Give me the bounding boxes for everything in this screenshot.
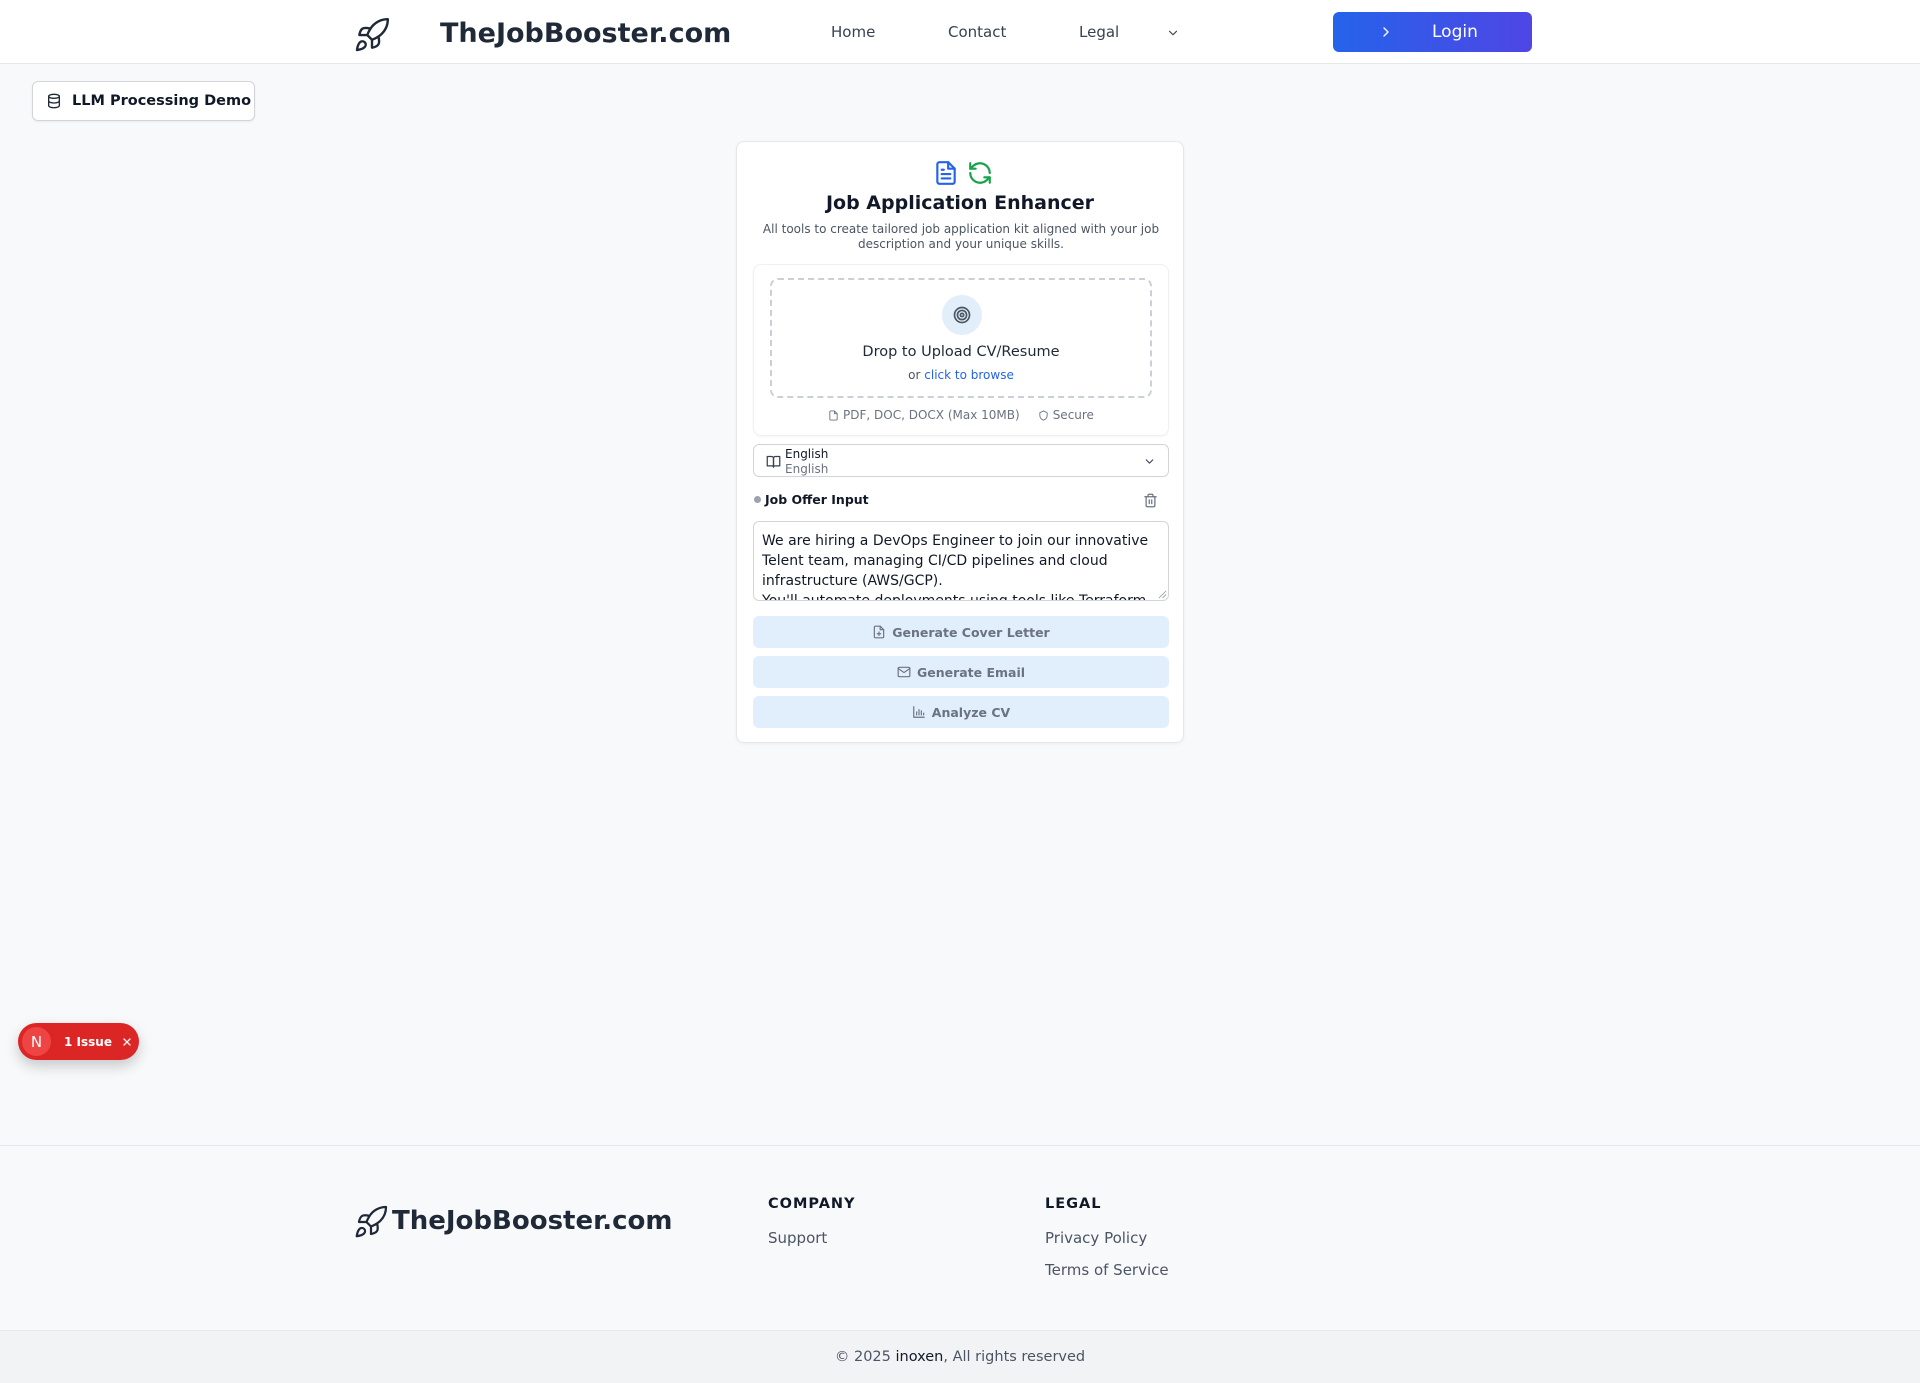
- database-icon: [46, 93, 62, 109]
- job-offer-label: Job Offer Input: [765, 492, 869, 507]
- chevron-down-icon: [1143, 455, 1156, 468]
- cover-letter-label: Generate Cover Letter: [892, 624, 1050, 640]
- job-offer-textarea[interactable]: We are hiring a DevOps Engineer to join …: [753, 521, 1169, 601]
- generate-cover-letter-button[interactable]: Generate Cover Letter: [753, 616, 1169, 648]
- resize-handle-icon[interactable]: [1158, 590, 1167, 599]
- copyright-bar: © 2025 inoxen, All rights reserved: [0, 1330, 1920, 1383]
- formats-info: PDF, DOC, DOCX (Max 10MB): [828, 408, 1020, 422]
- footer-brand[interactable]: TheJobBooster.com: [392, 1206, 672, 1236]
- login-button[interactable]: Login: [1333, 12, 1532, 52]
- footer-support-link[interactable]: Support: [768, 1229, 827, 1247]
- footer-company-heading: COMPANY: [768, 1196, 856, 1212]
- login-label: Login: [1432, 22, 1478, 42]
- top-navbar: TheJobBooster.com Home Contact Legal Log…: [0, 0, 1920, 64]
- bar-chart-icon: [912, 705, 926, 719]
- file-icon: [828, 409, 839, 421]
- company-link[interactable]: inoxen: [895, 1349, 943, 1365]
- browse-link[interactable]: click to browse: [924, 368, 1014, 382]
- close-icon[interactable]: [121, 1036, 133, 1048]
- upload-meta: PDF, DOC, DOCX (Max 10MB) Secure: [754, 408, 1168, 422]
- mail-icon: [897, 665, 911, 679]
- status-dot: [754, 496, 761, 503]
- language-secondary: English: [785, 462, 829, 476]
- analyze-label: Analyze CV: [931, 704, 1011, 720]
- issues-badge[interactable]: N 1 Issue: [18, 1023, 139, 1060]
- email-label: Generate Email: [916, 664, 1026, 680]
- secure-text: Secure: [1052, 408, 1094, 422]
- footer-privacy-link[interactable]: Privacy Policy: [1045, 1229, 1147, 1247]
- secure-info: Secure: [1038, 408, 1094, 422]
- book-open-icon: [766, 454, 781, 469]
- nav-contact[interactable]: Contact: [948, 23, 1006, 41]
- nav-home[interactable]: Home: [831, 23, 875, 41]
- target-icon: [942, 295, 982, 335]
- generate-email-button[interactable]: Generate Email: [753, 656, 1169, 688]
- rocket-icon[interactable]: [353, 16, 391, 54]
- next-logo: N: [22, 1027, 51, 1056]
- llm-processing-demo-button[interactable]: LLM Processing Demo: [32, 81, 255, 121]
- language-select[interactable]: English English: [753, 444, 1169, 477]
- footer-terms-link[interactable]: Terms of Service: [1045, 1261, 1169, 1279]
- shield-icon: [1038, 409, 1049, 421]
- copyright-prefix: © 2025: [834, 1349, 891, 1365]
- document-icon: [933, 160, 959, 186]
- footer: TheJobBooster.com COMPANY Support LEGAL …: [0, 1145, 1920, 1329]
- copyright-suffix: , All rights reserved: [943, 1349, 1086, 1365]
- or-text: or: [908, 368, 921, 382]
- language-selected: English: [785, 447, 829, 461]
- nav-legal[interactable]: Legal: [1079, 23, 1119, 41]
- dropzone-title: Drop to Upload CV/Resume: [862, 344, 1060, 360]
- formats-text: PDF, DOC, DOCX (Max 10MB): [843, 408, 1020, 422]
- dropzone-hint: or click to browse: [772, 368, 1150, 382]
- issue-count: 1 Issue: [64, 1034, 112, 1049]
- footer-legal-heading: LEGAL: [1045, 1196, 1102, 1212]
- upload-section: Drop to Upload CV/Resume or click to bro…: [753, 264, 1169, 436]
- cv-dropzone[interactable]: Drop to Upload CV/Resume or click to bro…: [770, 278, 1152, 398]
- demo-badge-label: LLM Processing Demo: [72, 93, 252, 109]
- card-subtitle: All tools to create tailored job applica…: [762, 222, 1160, 251]
- file-plus-icon: [872, 625, 886, 639]
- job-application-enhancer-card: Job Application Enhancer All tools to cr…: [736, 141, 1184, 743]
- refresh-icon: [967, 160, 993, 186]
- rocket-icon: [353, 1204, 389, 1240]
- trash-icon[interactable]: [1143, 493, 1158, 508]
- brand-name[interactable]: TheJobBooster.com: [440, 18, 731, 49]
- chevron-down-icon[interactable]: [1166, 26, 1180, 40]
- chevron-right-icon: [1378, 24, 1394, 40]
- analyze-cv-button[interactable]: Analyze CV: [753, 696, 1169, 728]
- header-icons: [933, 160, 993, 186]
- card-title: Job Application Enhancer: [825, 192, 1095, 214]
